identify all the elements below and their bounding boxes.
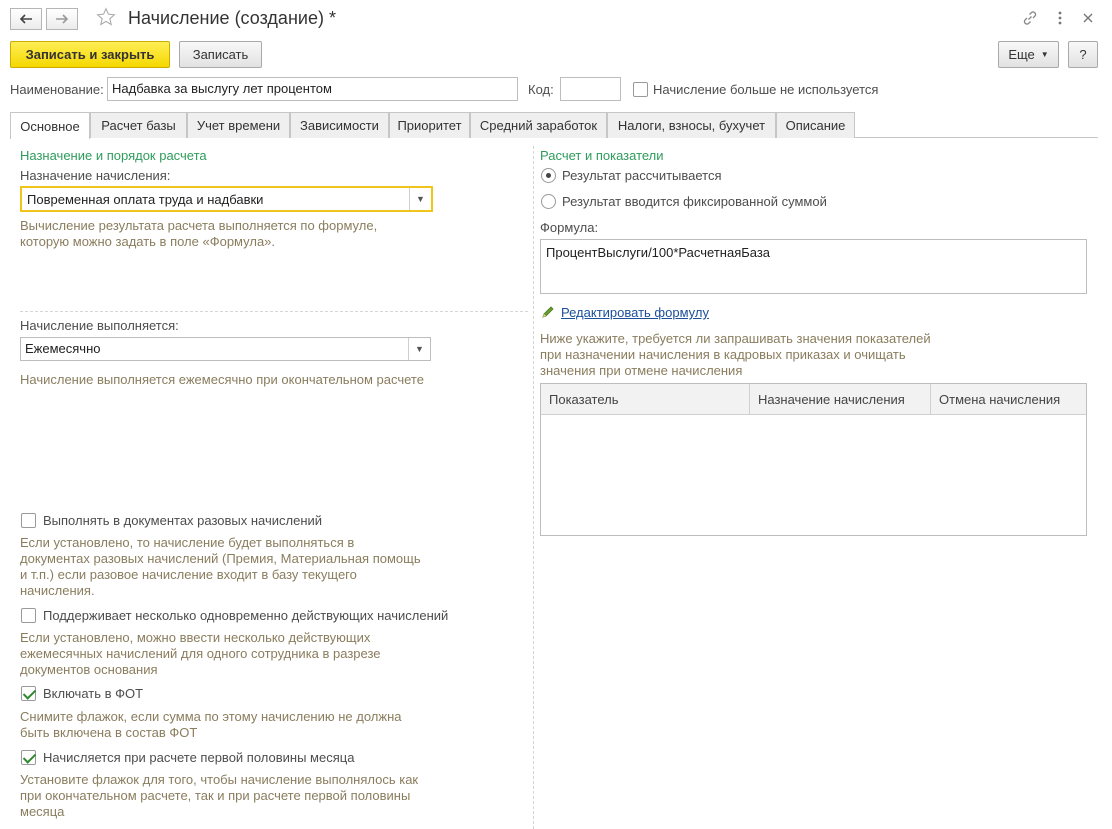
forward-button[interactable] (46, 8, 78, 30)
performed-hint: Начисление выполняется ежемесячно при ок… (20, 372, 424, 387)
indicators-hint: Ниже укажите, требуется ли запрашивать з… (540, 331, 931, 379)
performed-select-value: Ежемесячно (25, 341, 101, 356)
performed-label: Начисление выполняется: (20, 318, 179, 333)
hint-line: месяца (20, 804, 65, 819)
tab-time-accounting[interactable]: Учет времени (187, 112, 290, 138)
purpose-section-title: Назначение и порядок расчета (20, 148, 207, 163)
code-input[interactable] (560, 77, 621, 101)
name-label: Наименование: (10, 82, 104, 97)
favorite-star-icon[interactable] (96, 7, 116, 27)
one-time-docs-hint: Если установлено, то начисление будет вы… (20, 535, 421, 599)
purpose-label: Назначение начисления: (20, 168, 171, 183)
close-icon[interactable] (1078, 8, 1098, 28)
formula-textarea[interactable]: ПроцентВыслуги/100*РасчетнаяБаза (540, 239, 1087, 294)
hint-line: документах разовых начислений (Премия, М… (20, 551, 421, 566)
link-icon[interactable] (1020, 8, 1040, 28)
purpose-hint-line: которую можно задать в поле «Формула». (20, 234, 276, 249)
left-separator (20, 311, 528, 312)
arrow-left-icon (19, 14, 32, 24)
hint-line: начисления. (20, 583, 95, 598)
dropdown-arrow-icon[interactable]: ▼ (408, 338, 430, 360)
hint-line: Если установлено, то начисление будет вы… (20, 535, 355, 550)
tab-dependencies[interactable]: Зависимости (290, 112, 389, 138)
hint-line: быть включена в состав ФОТ (20, 725, 198, 740)
purpose-hint: Вычисление результата расчета выполняетс… (20, 218, 377, 250)
chevron-down-icon: ▼ (1040, 50, 1049, 59)
help-button[interactable]: ? (1068, 41, 1098, 68)
dropdown-arrow-icon[interactable]: ▼ (409, 188, 431, 210)
save-and-close-button[interactable]: Записать и закрыть (10, 41, 170, 68)
multiple-accruals-checkbox[interactable] (21, 608, 36, 623)
save-button[interactable]: Записать (179, 41, 262, 68)
hint-line: ежемесячных начислений для одного сотруд… (20, 646, 381, 661)
radio-calculated-label: Результат рассчитывается (562, 168, 722, 183)
multiple-accruals-label: Поддерживает несколько одновременно дейс… (43, 608, 449, 623)
arrow-right-icon (56, 14, 69, 24)
calc-section-title: Расчет и показатели (540, 148, 664, 163)
unused-label: Начисление больше не используется (653, 82, 879, 97)
tab-priority[interactable]: Приоритет (389, 112, 470, 138)
hint-line: при назначении начисления в кадровых при… (540, 347, 906, 362)
one-time-docs-checkbox[interactable] (21, 513, 36, 528)
indicators-table[interactable]: Показатель Назначение начисления Отмена … (540, 383, 1087, 536)
code-label: Код: (528, 82, 554, 97)
purpose-select[interactable]: Повременная оплата труда и надбавки ▼ (20, 186, 433, 212)
hint-line: Ниже укажите, требуется ли запрашивать з… (540, 331, 931, 346)
column-header-assignment[interactable]: Назначение начисления (750, 384, 930, 415)
hint-line: Если установлено, можно ввести несколько… (20, 630, 371, 645)
purpose-select-value: Повременная оплата труда и надбавки (27, 192, 264, 207)
performed-select[interactable]: Ежемесячно ▼ (20, 337, 431, 361)
pencil-icon (541, 305, 555, 322)
more-button[interactable]: Еще ▼ (998, 41, 1059, 68)
tab-base-calc[interactable]: Расчет базы (90, 112, 187, 138)
tab-description[interactable]: Описание (776, 112, 855, 138)
hint-line: при окончательном расчете, так и при рас… (20, 788, 411, 803)
radio-calculated[interactable] (541, 168, 556, 183)
first-half-hint: Установите флажок для того, чтобы начисл… (20, 772, 418, 820)
hint-line: документов основания (20, 662, 158, 677)
column-divider (533, 146, 534, 829)
include-fot-label: Включать в ФОТ (43, 686, 144, 701)
table-header: Показатель Назначение начисления Отмена … (541, 384, 1086, 415)
window-title: Начисление (создание) * (128, 8, 336, 28)
tab-average-earnings[interactable]: Средний заработок (470, 112, 607, 138)
name-input[interactable]: Надбавка за выслугу лет процентом (107, 77, 518, 101)
more-vertical-icon[interactable] (1050, 8, 1070, 28)
multiple-accruals-hint: Если установлено, можно ввести несколько… (20, 630, 381, 678)
include-fot-checkbox[interactable] (21, 686, 36, 701)
tab-main[interactable]: Основное (10, 112, 90, 139)
one-time-docs-label: Выполнять в документах разовых начислени… (43, 513, 323, 528)
tab-taxes[interactable]: Налоги, взносы, бухучет (607, 112, 776, 138)
unused-checkbox[interactable] (633, 82, 648, 97)
radio-fixed-sum[interactable] (541, 194, 556, 209)
hint-line: Установите флажок для того, чтобы начисл… (20, 772, 419, 787)
radio-fixed-sum-label: Результат вводится фиксированной суммой (562, 194, 827, 209)
column-header-cancellation[interactable]: Отмена начисления (931, 384, 1086, 415)
first-half-label: Начисляется при расчете первой половины … (43, 750, 355, 765)
first-half-checkbox[interactable] (21, 750, 36, 765)
back-button[interactable] (10, 8, 42, 30)
column-header-indicator[interactable]: Показатель (541, 384, 749, 415)
purpose-hint-line: Вычисление результата расчета выполняетс… (20, 218, 378, 233)
edit-formula-link[interactable]: Редактировать формулу (561, 305, 709, 320)
hint-line: Снимите флажок, если сумма по этому начи… (20, 709, 402, 724)
hint-line: и т.п.) если разовое начисление входит в… (20, 567, 357, 582)
formula-label: Формула: (540, 220, 599, 235)
more-button-label: Еще (1008, 47, 1035, 62)
include-fot-hint: Снимите флажок, если сумма по этому начи… (20, 709, 401, 741)
hint-line: значения при отмене начисления (540, 363, 743, 378)
